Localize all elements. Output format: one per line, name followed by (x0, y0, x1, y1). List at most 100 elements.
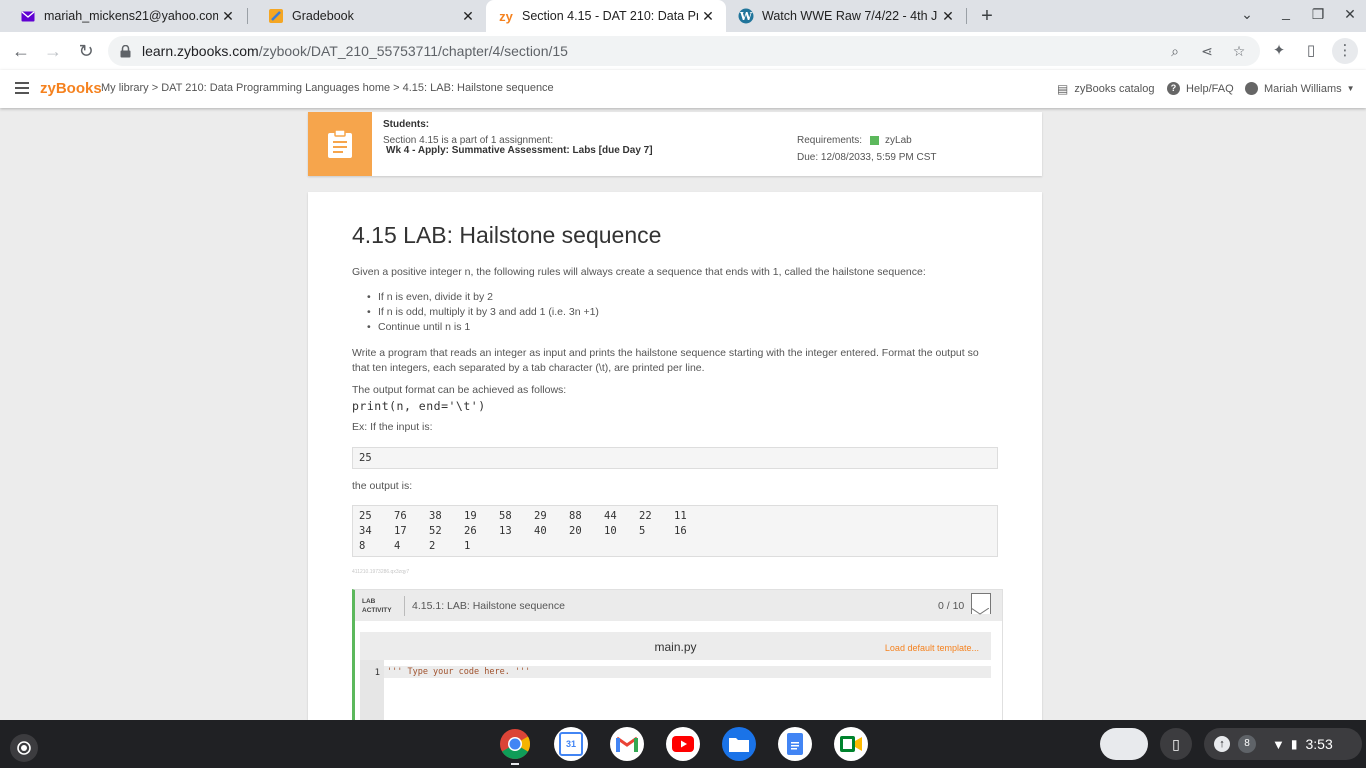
user-name: Mariah Williams (1264, 82, 1342, 95)
extensions-icon[interactable]: ✦ (1268, 40, 1290, 62)
output-cell: 20 (569, 525, 582, 537)
zybooks-catalog-link[interactable]: ▤ zyBooks catalog (1057, 82, 1154, 96)
tab-gradebook[interactable]: Gradebook ✕ (248, 0, 486, 32)
output-cell: 4 (394, 540, 401, 552)
code-text: ''' Type your code here. ''' (387, 667, 531, 677)
close-icon[interactable]: ✕ (218, 8, 238, 25)
tab-zybooks-active[interactable]: zy Section 4.15 - DAT 210: Data Pro ✕ (486, 0, 726, 32)
zy-icon: zy (499, 8, 513, 24)
side-panel-icon[interactable]: ▯ (1300, 40, 1322, 62)
url-text: learn.zybooks.com/zybook/DAT_210_5575371… (142, 43, 1164, 59)
tab-title: Watch WWE Raw 7/4/22 - 4th Ju (762, 9, 938, 23)
output-cell: 58 (499, 510, 512, 522)
reload-icon[interactable]: ↻ (75, 40, 97, 62)
user-avatar-icon (1245, 82, 1258, 95)
tab-title: Section 4.15 - DAT 210: Data Pro (522, 9, 698, 23)
zoom-icon[interactable]: ⌕ (1164, 43, 1186, 60)
output-cell: 88 (569, 510, 582, 522)
close-icon[interactable]: ✕ (938, 8, 958, 25)
address-bar[interactable]: learn.zybooks.com/zybook/DAT_210_5575371… (108, 36, 1260, 66)
launcher-icon[interactable] (10, 734, 38, 762)
lab-header: LAB ACTIVITY 4.15.1: LAB: Hailstone sequ… (355, 590, 1002, 621)
status-area[interactable]: ↑ 8 ▼ ▮ 3:53 (1204, 728, 1362, 760)
gradebook-icon (268, 8, 284, 24)
meet-icon[interactable] (834, 727, 868, 761)
wifi-icon: ▼ (1272, 736, 1285, 752)
minimize-icon[interactable]: _ (1276, 4, 1296, 20)
lab-score: 0 / 10 (938, 600, 965, 612)
example-input-box: 25 (352, 447, 998, 469)
output-cell: 38 (429, 510, 442, 522)
restore-icon[interactable]: ❐ (1308, 6, 1328, 23)
chevron-down-icon: ▼ (1346, 84, 1355, 93)
tab-search-icon[interactable]: ⌄ (1237, 6, 1257, 23)
menu-dots-icon[interactable]: ⋮ (1332, 38, 1358, 64)
assignment-link[interactable]: Wk 4 - Apply: Summative Assessment: Labs… (386, 145, 653, 156)
mail-icon (20, 8, 36, 24)
output-cell: 2 (429, 540, 436, 552)
content-id: 411210.1973286.qx3zqy7 (352, 569, 410, 575)
rule-item: Continue until n is 1 (367, 321, 470, 333)
tab-strip: mariah_mickens21@yahoo.com ✕ Gradebook ✕… (0, 0, 1366, 32)
zylab-status-icon (870, 136, 880, 145)
lock-icon (120, 44, 134, 58)
docs-icon[interactable] (778, 727, 812, 761)
intro-text: Given a positive integer n, the followin… (352, 266, 926, 278)
rule-item: If n is even, divide it by 2 (367, 291, 493, 303)
clock: 3:53 (1305, 736, 1333, 752)
divider (404, 596, 405, 616)
back-icon[interactable]: ← (10, 40, 32, 62)
output-cell: 76 (394, 510, 407, 522)
files-icon[interactable] (722, 727, 756, 761)
virtual-desks-icon[interactable] (1100, 728, 1148, 760)
zybooks-logo[interactable]: zyBooks (40, 80, 102, 97)
help-faq-link[interactable]: ? Help/FAQ (1167, 82, 1234, 95)
example-label: Ex: If the input is: (352, 421, 433, 433)
output-cell: 1 (464, 540, 471, 552)
new-tab-button[interactable]: + (976, 4, 998, 28)
editor-header: main.py Load default template... (360, 632, 991, 660)
breadcrumb[interactable]: My library > DAT 210: Data Programming L… (101, 82, 554, 94)
output-cell: 34 (359, 525, 372, 537)
code-editor-line[interactable]: ''' Type your code here. ''' (384, 666, 991, 678)
requirements: Requirements: zyLab (797, 135, 912, 146)
url-host: learn.zybooks.com (142, 43, 259, 59)
code-snippet: print(n, end='\t') (352, 399, 486, 413)
tab-mail[interactable]: mariah_mickens21@yahoo.com ✕ (0, 0, 246, 32)
chrome-icon[interactable] (498, 727, 532, 761)
share-icon[interactable]: ⋖ (1196, 43, 1218, 60)
load-template-link[interactable]: Load default template... (885, 643, 979, 653)
assignment-icon (308, 112, 372, 176)
gmail-icon[interactable] (610, 727, 644, 761)
output-cell: 5 (639, 525, 646, 537)
output-cell: 29 (534, 510, 547, 522)
tab-wwe[interactable]: W Watch WWE Raw 7/4/22 - 4th Ju ✕ (726, 0, 966, 32)
close-icon[interactable]: ✕ (698, 8, 718, 25)
requirements-label: Requirements: (797, 135, 863, 146)
close-icon[interactable]: ✕ (458, 8, 478, 25)
svg-text:W: W (739, 10, 753, 23)
phone-hub-icon[interactable]: ▯ (1160, 728, 1192, 760)
tag-line: LAB (362, 598, 376, 605)
browser-toolbar: ← → ↻ learn.zybooks.com/zybook/DAT_210_5… (0, 32, 1366, 71)
output-label: the output is: (352, 480, 413, 492)
youtube-icon[interactable] (666, 727, 700, 761)
page-title: 4.15 LAB: Hailstone sequence (352, 222, 662, 248)
calendar-icon[interactable]: 31 (554, 727, 588, 761)
output-cell: 19 (464, 510, 477, 522)
battery-icon: ▮ (1290, 737, 1298, 751)
example-input: 25 (359, 452, 372, 464)
user-menu[interactable]: Mariah Williams ▼ (1245, 82, 1355, 95)
window-close-icon[interactable]: ✕ (1340, 6, 1360, 23)
bookmark-star-icon[interactable]: ☆ (1228, 43, 1250, 60)
forward-icon[interactable]: → (42, 40, 64, 62)
output-cell: 26 (464, 525, 477, 537)
notification-count: 8 (1238, 735, 1256, 753)
output-cell: 11 (674, 510, 687, 522)
output-cell: 16 (674, 525, 687, 537)
url-path: /zybook/DAT_210_55753711/chapter/4/secti… (258, 43, 568, 59)
hamburger-menu-icon[interactable] (15, 82, 29, 97)
output-cell: 10 (604, 525, 617, 537)
lab-activity-tag: LAB ACTIVITY (362, 597, 392, 615)
output-cell: 13 (499, 525, 512, 537)
